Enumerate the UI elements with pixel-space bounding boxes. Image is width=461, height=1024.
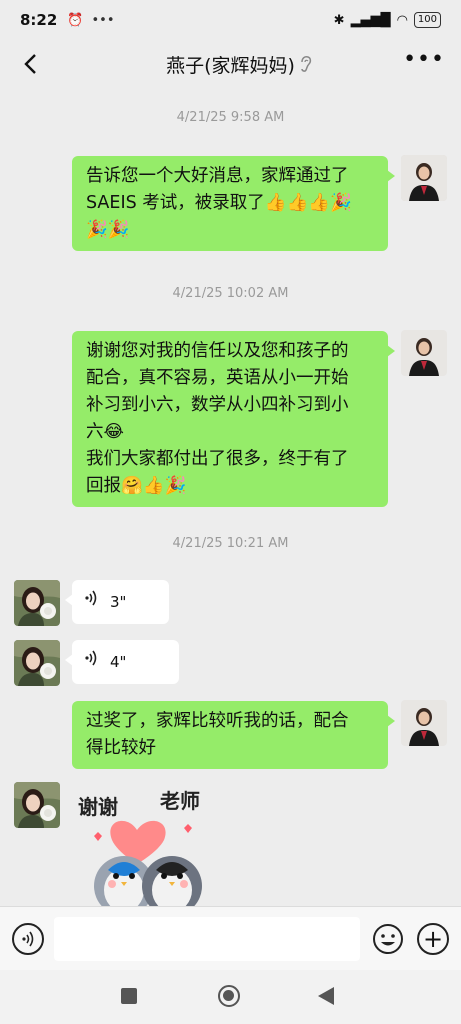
- message-line: 配合，真不容易，英语从小一开始: [86, 368, 349, 388]
- timestamp: 4/21/25 10:21 AM: [172, 536, 289, 551]
- voice-wave-icon: [84, 589, 98, 616]
- nav-square-icon[interactable]: [121, 988, 137, 1004]
- bluetooth-icon: ✱: [333, 12, 345, 28]
- signal-icon: ▂▄▆█: [350, 12, 391, 28]
- nav-back-icon[interactable]: [318, 987, 334, 1005]
- status-bar: 8:22 ⏰ ••• ✱ ▂▄▆█ ◠ 100: [0, 0, 461, 40]
- contact-avatar[interactable]: [14, 640, 60, 686]
- message-line: 六😂: [86, 422, 124, 442]
- ear-icon: [296, 54, 316, 74]
- voice-message[interactable]: 3": [65, 580, 169, 624]
- contact-avatar[interactable]: [14, 580, 60, 626]
- timestamp: 4/21/25 10:02 AM: [172, 286, 289, 301]
- message-line: 过奖了，家辉比较听我的话，配合: [86, 711, 349, 731]
- more-notifications-icon: •••: [91, 12, 115, 28]
- message-line: 🎉🎉: [86, 220, 130, 240]
- voice-duration: 4": [110, 652, 127, 671]
- wifi-icon: ◠: [396, 12, 408, 28]
- voice-duration: 3": [110, 592, 127, 611]
- my-avatar[interactable]: [401, 155, 447, 201]
- voice-wave-icon: [84, 649, 98, 676]
- plus-icon[interactable]: +: [417, 923, 449, 955]
- message-bubble[interactable]: 谢谢您对我的信任以及您和孩子的 配合，真不容易，英语从小一开始 补习到小六，数学…: [72, 331, 395, 507]
- emoji-icon[interactable]: [372, 923, 404, 955]
- back-arrow-icon[interactable]: [14, 48, 46, 80]
- sticker-message[interactable]: 谢谢 老师: [72, 786, 232, 916]
- timestamp: 4/21/25 9:58 AM: [176, 110, 285, 125]
- sticker-text-left: 谢谢: [78, 795, 118, 819]
- sticker-text-right: 老师: [160, 789, 200, 813]
- system-nav-bar: [0, 970, 461, 1024]
- voice-input-icon[interactable]: [12, 923, 44, 955]
- my-avatar[interactable]: [401, 700, 447, 746]
- message-line: 回报🤗👍🎉: [86, 476, 187, 496]
- chat-title[interactable]: 燕子(家辉妈妈): [166, 51, 295, 78]
- message-input[interactable]: [54, 917, 360, 961]
- contact-avatar[interactable]: [14, 782, 60, 828]
- status-time: 8:22: [20, 11, 58, 29]
- my-avatar[interactable]: [401, 330, 447, 376]
- message-line: 得比较好: [86, 738, 156, 758]
- message-bubble[interactable]: 告诉您一个大好消息，家辉通过了 SAEIS 考试，被录取了👍👍👍🎉 🎉🎉: [72, 156, 395, 251]
- more-icon[interactable]: •••: [403, 49, 445, 71]
- voice-message[interactable]: 4": [65, 640, 179, 684]
- battery-icon: 100: [413, 12, 441, 28]
- message-line: SAEIS 考试，被录取了👍👍👍🎉: [86, 193, 352, 213]
- message-line: 谢谢您对我的信任以及您和孩子的: [86, 341, 349, 361]
- message-line: 我们大家都付出了很多，终于有了: [86, 449, 349, 469]
- message-line: 补习到小六，数学从小四补习到小: [86, 395, 349, 415]
- message-line: 告诉您一个大好消息，家辉通过了: [86, 166, 349, 186]
- input-bar: +: [0, 906, 461, 970]
- alarm-icon: ⏰: [67, 12, 84, 28]
- message-bubble[interactable]: 过奖了，家辉比较听我的话，配合 得比较好: [72, 701, 395, 769]
- nav-home-icon[interactable]: [218, 985, 240, 1007]
- chat-header: 燕子(家辉妈妈) •••: [0, 40, 461, 88]
